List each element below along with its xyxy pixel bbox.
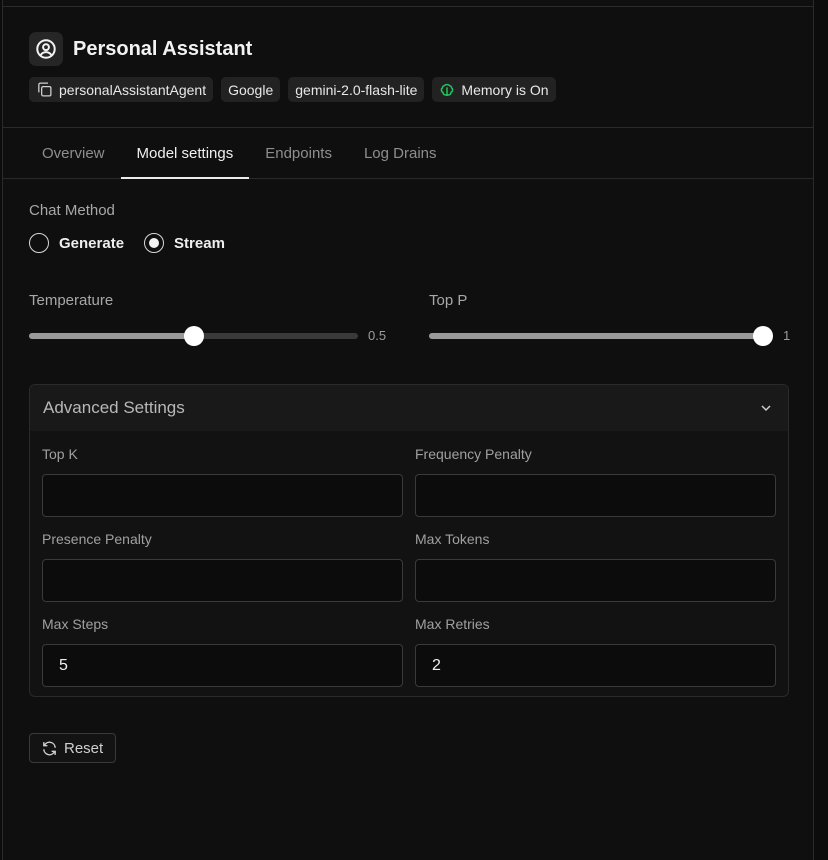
agent-badges: personalAssistantAgent Google gemini-2.0… [29, 77, 556, 102]
temperature-slider-thumb[interactable] [183, 326, 204, 346]
chevron-down-icon[interactable] [758, 400, 774, 416]
temperature-value: 0.5 [368, 328, 387, 343]
copy-icon[interactable] [36, 81, 53, 98]
memory-badge: Memory is On [432, 77, 556, 102]
top-k-input[interactable] [42, 474, 403, 517]
temperature-slider[interactable] [29, 326, 358, 346]
radio-stream-label[interactable]: Stream [174, 235, 225, 252]
radio-generate[interactable]: Generate [29, 233, 124, 253]
provider-text: Google [228, 81, 274, 98]
frequency-penalty-input[interactable] [415, 474, 776, 517]
tab-overview[interactable]: Overview [26, 128, 121, 178]
tab-endpoints[interactable]: Endpoints [249, 128, 348, 178]
max-steps-input[interactable] [42, 644, 403, 687]
max-tokens-field: Max Tokens [415, 531, 776, 602]
memory-text: Memory is On [461, 81, 549, 98]
chat-method-radio-group: Generate Stream [29, 233, 225, 253]
presence-penalty-label: Presence Penalty [42, 531, 152, 547]
radio-generate-circle[interactable] [29, 233, 49, 253]
temperature-label: Temperature [29, 292, 114, 309]
refresh-icon[interactable] [41, 740, 58, 757]
top-p-value: 1 [783, 328, 791, 343]
agent-header: Personal Assistant personalAssistantAgen… [29, 32, 556, 102]
brain-icon [439, 82, 455, 98]
max-tokens-input[interactable] [415, 559, 776, 602]
tab-bar: Overview Model settings Endpoints Log Dr… [3, 127, 813, 179]
agent-id-badge[interactable]: personalAssistantAgent [29, 77, 214, 102]
advanced-settings-header[interactable]: Advanced Settings [30, 385, 788, 431]
model-badge: gemini-2.0-flash-lite [288, 77, 425, 102]
frequency-penalty-field: Frequency Penalty [415, 446, 776, 517]
max-retries-field: Max Retries [415, 616, 776, 687]
top-p-label: Top P [429, 292, 468, 309]
agent-panel: Personal Assistant personalAssistantAgen… [2, 0, 814, 860]
tab-log-drains[interactable]: Log Drains [348, 128, 453, 178]
top-p-slider[interactable] [429, 326, 773, 346]
top-k-field: Top K [42, 446, 403, 517]
top-divider [3, 6, 813, 7]
radio-stream-circle[interactable] [144, 233, 165, 253]
top-p-slider-fill [429, 333, 763, 339]
provider-badge: Google [221, 77, 281, 102]
frequency-penalty-label: Frequency Penalty [415, 446, 532, 462]
top-k-label: Top K [42, 446, 78, 462]
max-steps-field: Max Steps [42, 616, 403, 687]
presence-penalty-field: Presence Penalty [42, 531, 403, 602]
radio-stream[interactable]: Stream [144, 233, 225, 253]
max-retries-input[interactable] [415, 644, 776, 687]
presence-penalty-input[interactable] [42, 559, 403, 602]
chat-method-label: Chat Method [29, 202, 115, 219]
advanced-settings-title: Advanced Settings [43, 398, 185, 417]
tab-model-settings[interactable]: Model settings [120, 128, 250, 179]
agent-id-text: personalAssistantAgent [59, 81, 207, 98]
page-title: Personal Assistant [73, 37, 253, 60]
max-retries-label: Max Retries [415, 616, 490, 632]
temperature-slider-fill [29, 333, 194, 339]
user-circle-icon [29, 32, 63, 66]
max-tokens-label: Max Tokens [415, 531, 490, 547]
reset-button[interactable]: Reset [29, 733, 116, 763]
top-p-slider-thumb[interactable] [753, 326, 773, 346]
reset-label[interactable]: Reset [64, 740, 103, 757]
advanced-settings-panel: Advanced Settings Top K Frequency Penalt… [29, 384, 789, 697]
radio-generate-label[interactable]: Generate [59, 235, 124, 252]
model-text: gemini-2.0-flash-lite [295, 81, 418, 98]
max-steps-label: Max Steps [42, 616, 109, 632]
